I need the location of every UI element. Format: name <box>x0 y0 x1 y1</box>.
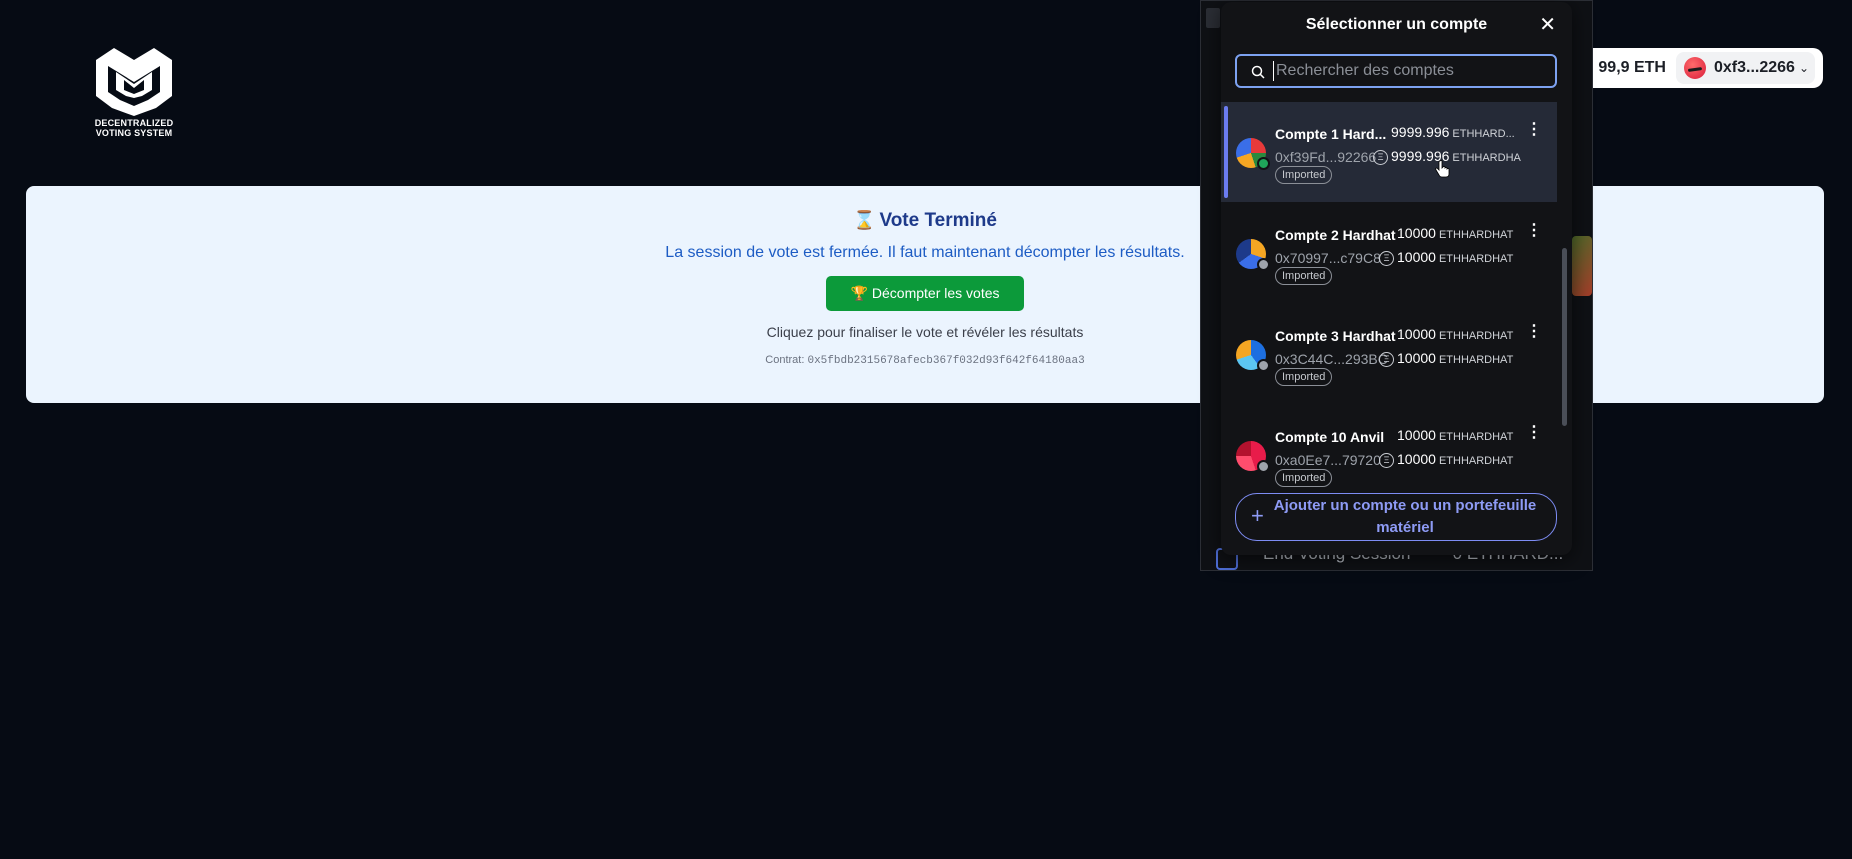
status-dot-icon <box>1257 258 1270 271</box>
account-item-4[interactable]: Compte 10 Anvil 10000 ETHHARDHAT 0xa0Ee7.… <box>1221 405 1557 490</box>
account-item-3[interactable]: Compte 3 Hardhat 10000 ETHHARDHAT 0x3C44C… <box>1221 304 1557 404</box>
account-name: Compte 3 Hardhat <box>1275 328 1396 344</box>
balance-value: 10000 <box>1397 350 1436 366</box>
account-name: Compte 2 Hardhat <box>1275 227 1396 243</box>
balance-value: 10000 <box>1397 451 1436 467</box>
plus-icon: + <box>1251 503 1264 528</box>
account-balance-secondary: Ξ 10000 ETHHARDHAT <box>1379 451 1513 468</box>
count-votes-button[interactable]: 🏆 Décompter les votes <box>826 276 1024 311</box>
app-logo[interactable]: DECENTRALIZED VOTING SYSTEM <box>90 46 178 138</box>
balance-unit: ETHHARDHAT <box>1438 431 1514 443</box>
account-item-2[interactable]: Compte 2 Hardhat 10000 ETHHARDHAT 0x70997… <box>1221 203 1557 303</box>
balance-unit: ETHHARDHA <box>1452 152 1521 164</box>
wallet-balance: 99,9 ETH <box>1598 59 1666 76</box>
account-list-scrollbar[interactable] <box>1562 248 1567 426</box>
balance-unit: ETHHARDHAT <box>1438 354 1514 366</box>
search-icon <box>1251 65 1265 79</box>
account-chip[interactable]: 0xf3...2266 ⌄ <box>1675 52 1815 84</box>
hand-cursor-icon <box>1435 160 1450 178</box>
balance-unit: ETHHARDHAT <box>1438 455 1514 467</box>
wallet-connect-button[interactable]: 99,9 ETH 0xf3...2266 ⌄ <box>1560 48 1823 88</box>
selected-indicator <box>1224 106 1228 198</box>
eth-icon: Ξ <box>1379 251 1394 266</box>
kebab-menu-icon[interactable]: ⋮ <box>1526 223 1542 239</box>
account-name: Compte 1 Hard... <box>1275 126 1387 142</box>
imported-badge: Imported <box>1275 469 1333 487</box>
balance-unit: ETHHARDHAT <box>1438 330 1514 342</box>
balance-value: 9999.996 <box>1391 124 1450 140</box>
balance-value: 10000 <box>1397 249 1436 265</box>
account-selector-modal: Sélectionner un compte ✕ Compte 1 Hard..… <box>1221 2 1572 555</box>
kebab-menu-icon[interactable]: ⋮ <box>1526 324 1542 340</box>
extension-top-element <box>1206 8 1220 28</box>
extension-nft-thumbnail <box>1572 236 1592 296</box>
account-balance-primary: 9999.996 ETHHARD... <box>1391 124 1515 140</box>
balance-value: 10000 <box>1397 225 1436 241</box>
status-dot-icon <box>1257 460 1270 473</box>
logo-text-line2: VOTING SYSTEM <box>95 128 173 138</box>
account-balance-secondary: Ξ 10000 ETHHARDHAT <box>1379 350 1513 367</box>
close-icon[interactable]: ✕ <box>1539 15 1556 35</box>
contract-address: 0x5fbdb2315678afecb367f032d93f642f64180a… <box>807 355 1085 367</box>
balance-value: 10000 <box>1397 427 1436 443</box>
eth-icon: Ξ <box>1379 453 1394 468</box>
account-balance-secondary: Ξ 10000 ETHHARDHAT <box>1379 249 1513 266</box>
account-balance-primary: 10000 ETHHARDHAT <box>1397 326 1513 342</box>
account-list: Compte 1 Hard... 9999.996 ETHHARD... 0xf3… <box>1221 102 1572 490</box>
balance-unit: ETHHARDHAT <box>1438 253 1514 265</box>
hourglass-icon: ⌛ <box>853 210 876 230</box>
count-votes-label: Décompter les votes <box>871 285 1000 301</box>
vote-title-text: Vote Terminé <box>879 210 997 231</box>
account-address: 0xa0Ee7...79720 <box>1275 452 1381 468</box>
account-search-box[interactable] <box>1235 54 1557 88</box>
account-avatar-icon <box>1683 57 1706 79</box>
search-input[interactable] <box>1273 61 1543 81</box>
add-account-label: Ajouter un compte ou un portefeuille mat… <box>1273 497 1537 536</box>
account-address: 0x3C44C...293BC <box>1275 351 1388 367</box>
logo-text-line1: DECENTRALIZED <box>94 118 174 128</box>
account-address: 0xf39Fd...92266 <box>1275 149 1377 165</box>
kebab-menu-icon[interactable]: ⋮ <box>1526 122 1542 138</box>
account-name: Compte 10 Anvil <box>1275 429 1385 445</box>
eth-icon: Ξ <box>1373 150 1388 165</box>
wallet-address: 0xf3...2266 <box>1713 59 1795 76</box>
contract-label: Contrat: <box>765 354 805 366</box>
balance-unit: ETHHARD... <box>1452 128 1515 140</box>
shield-logo-icon <box>96 48 172 116</box>
status-dot-icon <box>1257 157 1270 170</box>
status-dot-icon <box>1257 359 1270 372</box>
balance-unit: ETHHARDHAT <box>1438 229 1514 241</box>
add-account-button[interactable]: + Ajouter un compte ou un portefeuille m… <box>1235 493 1557 541</box>
imported-badge: Imported <box>1275 166 1333 184</box>
account-item-1[interactable]: Compte 1 Hard... 9999.996 ETHHARD... 0xf3… <box>1221 102 1557 202</box>
chevron-down-icon: ⌄ <box>1798 61 1809 75</box>
account-balance-primary: 10000 ETHHARDHAT <box>1397 225 1513 241</box>
modal-title: Sélectionner un compte <box>1305 16 1488 33</box>
kebab-menu-icon[interactable]: ⋮ <box>1526 425 1542 441</box>
account-address: 0x70997...c79C8 <box>1275 250 1381 266</box>
account-balance-primary: 10000 ETHHARDHAT <box>1397 427 1513 443</box>
eth-icon: Ξ <box>1379 352 1394 367</box>
imported-badge: Imported <box>1275 267 1333 285</box>
imported-badge: Imported <box>1275 368 1333 386</box>
balance-value: 10000 <box>1397 326 1436 342</box>
trophy-icon: 🏆 <box>850 285 868 301</box>
